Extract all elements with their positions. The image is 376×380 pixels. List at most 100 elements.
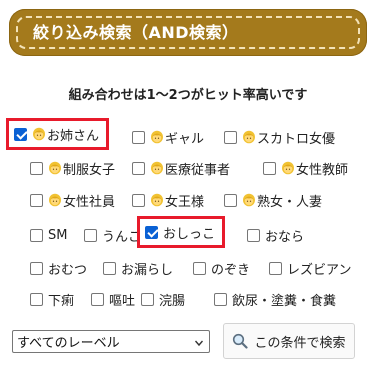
filter-label: おなら	[265, 229, 305, 245]
filter-label: SM	[48, 227, 68, 243]
checkbox[interactable]	[30, 228, 43, 242]
filter-option: 女性教師	[263, 155, 348, 181]
filter-checkbox-item[interactable]: のぞき	[193, 255, 250, 281]
filter-header: 絞り込み検索（AND検索）	[9, 9, 367, 56]
blond-person-icon	[48, 193, 62, 207]
search-controls: すべてのレーベル この条件で検索	[12, 323, 355, 359]
filter-checkbox-item[interactable]: お姉さん	[6, 118, 110, 150]
filter-label: おしっこ	[163, 226, 216, 242]
filter-checkbox-item[interactable]: おむつ	[30, 255, 87, 281]
filter-label: レズビアン	[287, 262, 352, 278]
checkbox[interactable]	[91, 292, 104, 306]
checkbox-checked[interactable]	[145, 225, 158, 239]
blond-person-icon	[242, 130, 256, 144]
blond-person-icon	[150, 193, 164, 207]
filter-checkbox-item[interactable]: 女性社員	[30, 187, 115, 213]
checkbox[interactable]	[84, 228, 97, 242]
search-button[interactable]: この条件で検索	[223, 323, 355, 359]
checkbox[interactable]	[141, 292, 154, 306]
filter-checkbox-item[interactable]: 飲尿・塗糞・食糞	[214, 286, 336, 312]
filter-checkbox-item[interactable]: 制服女子	[30, 155, 115, 181]
filter-label: ギャル	[165, 131, 205, 147]
filter-label: おむつ	[48, 262, 88, 278]
checkbox[interactable]	[30, 193, 43, 207]
filter-option: おむつ	[30, 255, 87, 281]
blond-person-icon	[242, 193, 256, 207]
filter-option: 女王様	[132, 187, 204, 213]
filter-option: おしっこ	[137, 216, 226, 248]
filter-checkbox-item[interactable]: 熟女・人妻	[224, 187, 322, 213]
filter-option: お姉さん	[6, 118, 110, 150]
filter-label: お漏らし	[121, 262, 174, 278]
filter-label: 下痢	[48, 293, 75, 309]
filter-option: 医療従事者	[132, 155, 230, 181]
filter-option: スカトロ女優	[224, 124, 335, 150]
filter-checkbox-item[interactable]: 下痢	[30, 286, 74, 312]
checkbox[interactable]	[224, 193, 237, 207]
filter-label: 女性社員	[63, 194, 116, 210]
filter-label: 嘔吐	[109, 293, 136, 309]
hint-text: 組み合わせは1～2つがヒット率高いです	[68, 88, 308, 103]
filter-label: 制服女子	[63, 162, 116, 178]
filter-label: うんこ	[102, 229, 142, 245]
blond-person-icon	[32, 127, 46, 141]
blond-person-icon	[150, 161, 164, 175]
filter-checkbox-item[interactable]: お漏らし	[103, 255, 173, 281]
checkbox[interactable]	[132, 193, 145, 207]
filter-checkbox-item[interactable]: スカトロ女優	[224, 124, 335, 150]
filter-checkbox-item[interactable]: 女性教師	[263, 155, 348, 181]
filter-checkbox-item[interactable]: ギャル	[132, 124, 204, 150]
checkbox[interactable]	[269, 261, 282, 275]
checkbox[interactable]	[263, 161, 276, 175]
checkbox[interactable]	[132, 161, 145, 175]
filter-option: お漏らし	[103, 255, 173, 281]
checkbox[interactable]	[132, 130, 145, 144]
checkbox[interactable]	[30, 292, 43, 306]
blond-person-icon	[48, 161, 62, 175]
filter-label: 医療従事者	[165, 162, 231, 178]
filter-option: 浣腸	[141, 286, 185, 312]
filter-checkbox-item[interactable]: レズビアン	[269, 255, 351, 281]
filter-checkbox-item[interactable]: 医療従事者	[132, 155, 230, 181]
filter-option: 女性社員	[30, 187, 115, 213]
filter-checkbox-item[interactable]: おなら	[247, 222, 304, 248]
checkbox[interactable]	[30, 261, 43, 275]
filter-checkbox-item[interactable]: 浣腸	[141, 286, 185, 312]
filter-checkbox-item[interactable]: 嘔吐	[91, 286, 135, 312]
label-select-value: すべてのレーベル	[17, 335, 120, 351]
blond-person-icon	[281, 161, 295, 175]
filter-label: 熟女・人妻	[257, 194, 323, 210]
filter-label: 女王様	[165, 194, 205, 210]
checkbox[interactable]	[30, 161, 43, 175]
filter-option: 飲尿・塗糞・食糞	[214, 286, 336, 312]
checkbox[interactable]	[247, 228, 260, 242]
filter-option: おなら	[247, 222, 304, 248]
filter-checkbox-item[interactable]: 女王様	[132, 187, 204, 213]
blond-person-icon	[150, 130, 164, 144]
filter-option: 下痢	[30, 286, 74, 312]
checkbox[interactable]	[193, 261, 206, 275]
checkbox[interactable]	[103, 261, 116, 275]
chevron-down-icon	[195, 340, 203, 346]
label-select[interactable]: すべてのレーベル	[12, 329, 210, 353]
filter-checkbox-item[interactable]: おしっこ	[137, 216, 226, 248]
filter-checkbox-item[interactable]: SM	[30, 222, 67, 248]
filter-option: 制服女子	[30, 155, 115, 181]
filter-label: 飲尿・塗糞・食糞	[232, 293, 337, 309]
filter-option: 熟女・人妻	[224, 187, 322, 213]
filter-option: SM	[30, 222, 67, 248]
checkbox-checked[interactable]	[14, 127, 27, 141]
checkbox[interactable]	[214, 292, 227, 306]
filter-option: うんこ	[84, 222, 141, 248]
checkbox[interactable]	[224, 130, 237, 144]
search-button-label: この条件で検索	[254, 335, 346, 351]
filter-label: のぞき	[211, 262, 251, 278]
filter-label: スカトロ女優	[257, 131, 336, 147]
filter-option: 嘔吐	[91, 286, 135, 312]
filter-option: のぞき	[193, 255, 250, 281]
filter-label: 浣腸	[159, 293, 186, 309]
filter-label: 女性教師	[296, 162, 349, 178]
magnifier-icon	[233, 333, 249, 349]
filter-checkbox-item[interactable]: うんこ	[84, 222, 141, 248]
header-title: 絞り込み検索（AND検索）	[33, 23, 239, 42]
